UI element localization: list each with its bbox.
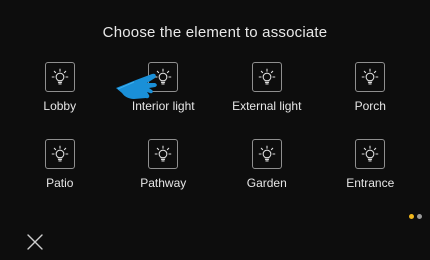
element-pathway[interactable]: Pathway [112,139,216,190]
element-grid: Lobby Interior light External light Porc… [8,62,422,190]
light-bulb-icon [251,62,282,92]
element-lobby[interactable]: Lobby [8,62,112,113]
page-dot-active[interactable] [409,214,414,219]
light-bulb-icon [355,139,386,169]
element-label: Pathway [140,176,187,190]
light-bulb-icon [355,62,386,92]
element-entrance[interactable]: Entrance [319,139,423,190]
element-label: Garden [246,176,287,190]
element-label: Patio [46,176,74,190]
pagination-dots [409,214,422,219]
element-label: External light [232,99,302,113]
element-label: Porch [354,99,386,113]
screen-title: Choose the element to associate [102,24,328,41]
element-external-light[interactable]: External light [215,62,319,113]
page-dot-inactive[interactable] [417,214,422,219]
element-porch[interactable]: Porch [319,62,423,113]
light-bulb-icon [251,139,282,169]
association-screen: Choose the element to associate Lobby In… [0,0,430,260]
light-bulb-icon [44,139,75,169]
element-patio[interactable]: Patio [8,139,112,190]
light-bulb-icon [148,139,179,169]
light-bulb-icon [44,62,75,92]
element-label: Entrance [346,176,395,190]
hand-pointer-icon [114,68,162,106]
element-garden[interactable]: Garden [215,139,319,190]
close-icon [27,234,43,250]
close-button[interactable] [26,233,44,251]
element-label: Lobby [43,99,77,113]
